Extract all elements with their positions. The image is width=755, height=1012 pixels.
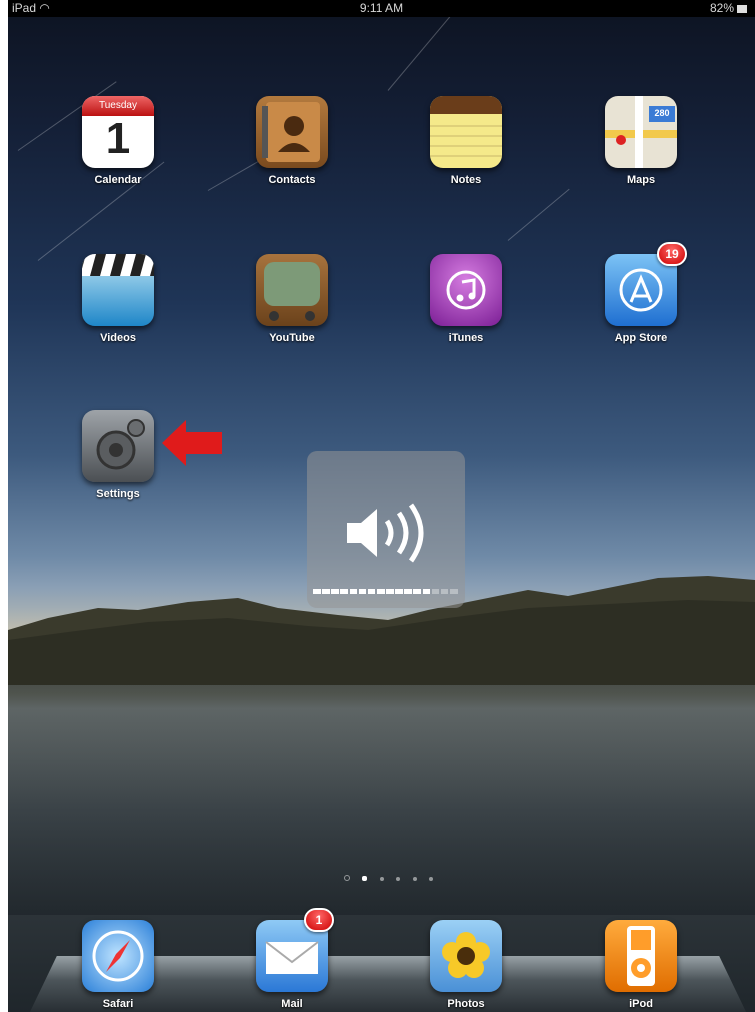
notes-icon [430, 96, 502, 168]
page-dot [362, 876, 368, 881]
dock: Safari 1 Mail Photos iPod [8, 908, 755, 1012]
app-label: Mail [281, 998, 303, 1010]
app-app-store[interactable]: 19 App Store [586, 242, 696, 344]
volume-segment [413, 589, 421, 594]
dock-safari[interactable]: Safari [63, 920, 173, 1010]
sky-streak [507, 188, 570, 241]
app-store-icon: 19 [605, 242, 687, 326]
app-store-badge: 19 [657, 242, 687, 266]
app-label: Notes [450, 174, 482, 186]
app-itunes[interactable]: iTunes [411, 254, 521, 344]
youtube-icon [256, 254, 328, 326]
app-label: Calendar [94, 174, 142, 186]
mail-badge: 1 [304, 908, 334, 932]
app-notes[interactable]: Notes [411, 96, 521, 186]
app-videos[interactable]: Videos [63, 254, 173, 344]
app-label: iTunes [448, 332, 484, 344]
mail-icon: 1 [256, 908, 334, 992]
app-label: YouTube [269, 332, 315, 344]
app-label: Contacts [268, 174, 316, 186]
volume-segment [367, 589, 376, 594]
volume-level-bar [313, 589, 459, 594]
app-youtube[interactable]: YouTube [237, 254, 347, 344]
calendar-icon: Tuesday 1 [82, 96, 154, 168]
calendar-day: Tuesday [82, 96, 154, 116]
volume-segment [440, 589, 449, 594]
status-battery: 82% [710, 1, 747, 15]
volume-hud [307, 451, 465, 608]
app-label: Videos [100, 332, 136, 344]
contacts-icon [256, 96, 328, 168]
dock-photos[interactable]: Photos [411, 920, 521, 1010]
app-label: Settings [96, 488, 140, 500]
page-dot [379, 877, 384, 881]
maps-icon: 280 [605, 96, 677, 168]
speaker-icon [347, 503, 424, 563]
safari-icon [82, 920, 154, 992]
dock-ipod[interactable]: iPod [586, 920, 696, 1010]
dock-mail[interactable]: 1 Mail [237, 908, 347, 1010]
app-maps[interactable]: 280 Maps [586, 96, 696, 186]
app-label: iPod [629, 998, 653, 1010]
volume-segment [422, 589, 431, 594]
photos-icon [430, 920, 502, 992]
volume-segment [449, 589, 458, 594]
app-label: Photos [447, 998, 485, 1010]
page-dot [412, 877, 417, 881]
app-label: App Store [614, 332, 668, 344]
app-label: Maps [626, 174, 656, 186]
app-settings[interactable]: Settings [63, 410, 173, 500]
app-contacts[interactable]: Contacts [237, 96, 347, 186]
route-shield: 280 [654, 108, 670, 118]
itunes-icon [430, 254, 502, 326]
volume-segment [404, 589, 412, 594]
page-dot [396, 877, 401, 881]
volume-segment [358, 589, 367, 594]
page-dot [429, 877, 434, 881]
app-calendar[interactable]: Tuesday 1 Calendar [63, 96, 173, 186]
app-label: Safari [102, 998, 134, 1010]
volume-segment [386, 589, 394, 594]
settings-icon [82, 410, 154, 482]
battery-icon [737, 4, 747, 13]
status-time: 9:11 AM [359, 1, 404, 15]
volume-segment [331, 589, 339, 594]
volume-segment [395, 589, 403, 594]
red-arrow-icon [162, 420, 222, 466]
volume-segment [349, 589, 358, 594]
volume-segment [313, 589, 321, 594]
spotlight-dot [344, 875, 350, 881]
volume-segment [322, 589, 330, 594]
status-bar: iPad ◠ 9:11 AM 82% [8, 0, 755, 17]
volume-segment [431, 589, 440, 594]
videos-icon [82, 254, 154, 326]
ipod-icon [605, 920, 677, 992]
page-indicator[interactable] [340, 868, 437, 886]
calendar-date: 1 [105, 114, 131, 163]
volume-segment [340, 589, 348, 594]
volume-segment [376, 589, 385, 594]
ipad-home-screen: iPad ◠ 9:11 AM 82% Tuesday 1 Calendar Co… [8, 0, 755, 1012]
